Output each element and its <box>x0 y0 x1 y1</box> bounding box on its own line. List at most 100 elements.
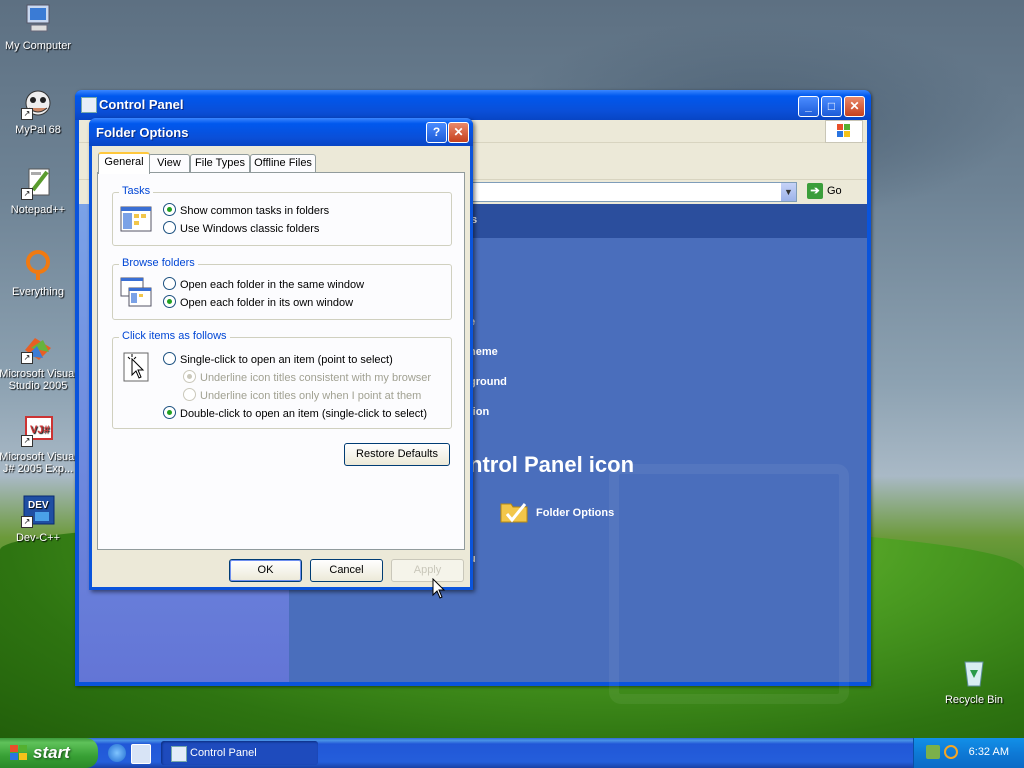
show-desktop-icon[interactable] <box>131 744 151 764</box>
dialog-titlebar[interactable]: Folder Options ? ✕ <box>89 118 473 146</box>
clock[interactable]: 6:32 AM <box>969 746 1009 758</box>
window-title: Control Panel <box>99 97 184 112</box>
browse-folders-group: Browse folders Open each folder in the s… <box>112 257 452 320</box>
radio-show-common-tasks[interactable]: Show common tasks in folders <box>163 203 329 217</box>
ok-button[interactable]: OK <box>229 559 302 582</box>
help-button[interactable]: ? <box>426 122 447 143</box>
desktop-icon-label: Microsoft Visual J# 2005 Exp... <box>0 451 77 475</box>
windows-logo-icon <box>825 120 863 143</box>
windows-flag-icon <box>10 745 27 760</box>
click-pointer-icon <box>122 351 154 382</box>
close-button[interactable]: ✕ <box>844 96 865 117</box>
radio-label: Use Windows classic folders <box>180 223 320 235</box>
pick-icon-heading: ntrol Panel icon <box>469 452 635 477</box>
mypal-icon: ↗ <box>21 86 55 120</box>
tab-view[interactable]: View <box>148 154 190 172</box>
desktop-icon-label: My Computer <box>4 40 72 52</box>
folder-options-icon[interactable] <box>499 498 529 524</box>
click-items-group: Click items as follows Single-click to o… <box>112 330 452 429</box>
group-label: Click items as follows <box>119 330 230 342</box>
control-panel-icon <box>81 97 97 113</box>
radio-dot-icon <box>163 277 176 290</box>
radio-label: Underline icon titles consistent with my… <box>200 372 432 384</box>
svg-text:DEV: DEV <box>28 500 49 511</box>
radio-dot-icon <box>163 221 176 234</box>
task-link-background[interactable]: ground <box>469 376 507 388</box>
radio-label: Show common tasks in folders <box>180 205 330 217</box>
cancel-button[interactable]: Cancel <box>310 559 383 582</box>
radio-underline-point: Underline icon titles only when I point … <box>183 388 421 402</box>
dialog-close-button[interactable]: ✕ <box>448 122 469 143</box>
desktop-icon-visual-jsharp[interactable]: VJ# ↗ Microsoft Visual J# 2005 Exp... <box>0 413 78 475</box>
go-arrow-icon: ➔ <box>807 183 823 199</box>
desktop-icon-label: Microsoft Visual Studio 2005 <box>0 368 77 392</box>
tasks-preview-icon <box>120 204 152 234</box>
radio-classic-folders[interactable]: Use Windows classic folders <box>163 221 319 235</box>
start-button[interactable]: start <box>0 738 98 768</box>
tab-general[interactable]: General <box>98 152 150 174</box>
tab-file-types[interactable]: File Types <box>190 154 250 172</box>
desktop-icon-label: Everything <box>12 286 64 298</box>
internet-explorer-icon[interactable] <box>108 744 126 762</box>
desktop-icon-everything[interactable]: Everything <box>0 248 78 298</box>
folder-options-link[interactable]: Folder Options <box>536 507 614 519</box>
radio-same-window[interactable]: Open each folder in the same window <box>163 277 364 291</box>
folder-options-dialog[interactable]: Folder Options ? ✕ General View File Typ… <box>89 118 473 590</box>
radio-dot-icon <box>163 295 176 308</box>
general-tab-panel: Tasks Show common tasks in folders Use W… <box>97 172 465 550</box>
taskbar-item-control-panel[interactable]: Control Panel <box>161 741 318 765</box>
radio-label: Open each folder in its own window <box>180 297 354 309</box>
go-label: Go <box>827 185 842 197</box>
radio-underline-browser: Underline icon titles consistent with my… <box>183 370 431 384</box>
desktop-icon-notepadpp[interactable]: ↗ Notepad++ <box>0 166 78 216</box>
desktop-icon-label: Notepad++ <box>10 204 66 216</box>
radio-dot-icon <box>163 352 176 365</box>
taskbar-item-label: Control Panel <box>190 747 257 759</box>
radio-label: Open each folder in the same window <box>180 279 365 291</box>
radio-label: Single-click to open an item (point to s… <box>180 354 393 366</box>
go-button[interactable]: ➔ Go <box>803 183 853 200</box>
minimize-button[interactable]: _ <box>798 96 819 117</box>
taskbar: start Control Panel 6:32 AM <box>0 738 1024 768</box>
start-label: start <box>33 743 70 762</box>
apply-button: Apply <box>391 559 464 582</box>
recycle-bin-icon <box>957 656 991 690</box>
computer-icon <box>21 2 55 36</box>
chevron-down-icon[interactable]: ▼ <box>781 183 796 201</box>
restore-defaults-button[interactable]: Restore Defaults <box>344 443 450 466</box>
tab-offline-files[interactable]: Offline Files <box>250 154 316 172</box>
group-label: Browse folders <box>119 257 198 269</box>
radio-own-window[interactable]: Open each folder in its own window <box>163 295 353 309</box>
tasks-group: Tasks Show common tasks in folders Use W… <box>112 185 452 246</box>
radio-double-click[interactable]: Double-click to open an item (single-cli… <box>163 406 427 420</box>
group-label: Tasks <box>119 185 154 197</box>
desktop-icon-my-computer[interactable]: My Computer <box>0 2 78 52</box>
dialog-title: Folder Options <box>96 125 189 140</box>
desktop-icon-label: MyPal 68 <box>15 124 61 136</box>
desktop-icon-mypal[interactable]: ↗ MyPal 68 <box>0 86 78 136</box>
control-panel-icon <box>171 746 187 762</box>
watermark-graphic <box>609 464 849 704</box>
maximize-button[interactable]: □ <box>821 96 842 117</box>
dialog-body: General View File Types Offline Files Ta… <box>92 146 470 587</box>
search-icon[interactable] <box>944 745 958 759</box>
visual-studio-icon: ↗ <box>21 330 55 364</box>
control-panel-titlebar[interactable]: Control Panel _ □ ✕ <box>75 90 871 120</box>
task-link-theme[interactable]: heme <box>469 346 498 358</box>
devcpp-icon: DEV ↗ <box>21 494 55 528</box>
desktop-icon-recycle-bin[interactable]: Recycle Bin <box>934 656 1014 706</box>
radio-single-click[interactable]: Single-click to open an item (point to s… <box>163 352 393 366</box>
desktop-icon-label: Dev-C++ <box>15 532 61 544</box>
everything-icon <box>21 248 55 282</box>
radio-label: Underline icon titles only when I point … <box>200 390 422 402</box>
desktop-icon-devcpp[interactable]: DEV ↗ Dev-C++ <box>0 494 78 544</box>
desktop-icon-label: Recycle Bin <box>944 694 1004 706</box>
radio-dot-icon <box>163 203 176 216</box>
browse-preview-icon <box>120 276 152 307</box>
notepadpp-icon: ↗ <box>21 166 55 200</box>
radio-dot-icon <box>183 370 196 383</box>
network-icon[interactable] <box>926 745 940 759</box>
address-input[interactable]: ▼ <box>465 182 797 202</box>
desktop-icon-visual-studio[interactable]: ↗ Microsoft Visual Studio 2005 <box>0 330 78 392</box>
radio-dot-icon <box>163 406 176 419</box>
